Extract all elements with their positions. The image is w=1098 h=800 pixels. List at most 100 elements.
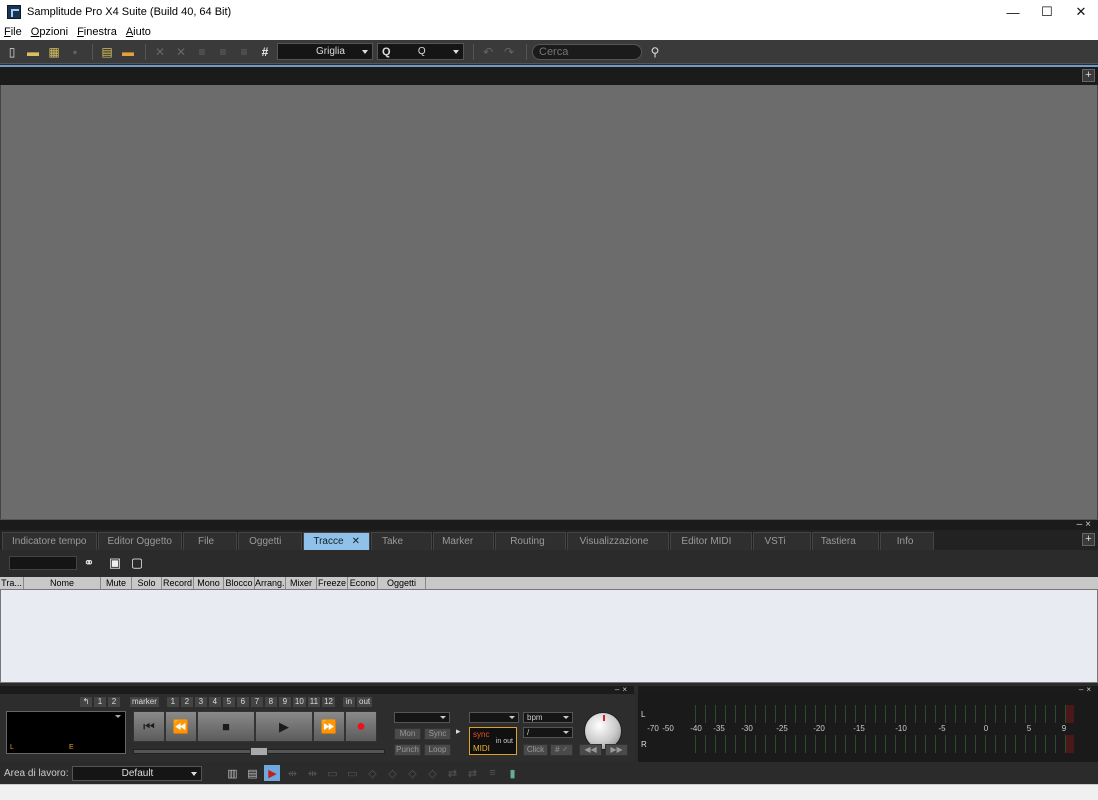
tempo-combo[interactable]: bpm xyxy=(523,712,573,723)
marker-button[interactable]: 2 xyxy=(108,697,120,707)
maximize-button[interactable]: ☐ xyxy=(1030,0,1064,24)
marker-out-button[interactable]: out xyxy=(357,697,373,707)
track-export-icon[interactable]: ▣ xyxy=(107,555,123,571)
tab-editor-midi[interactable]: Editor MIDI xyxy=(670,532,753,550)
mon-button[interactable]: Mon xyxy=(394,728,421,740)
record-mode-icon[interactable]: ▶ xyxy=(264,765,281,781)
chevron-down-icon[interactable] xyxy=(115,715,121,718)
search-input[interactable] xyxy=(532,43,642,60)
marker-button[interactable]: 4 xyxy=(208,697,221,707)
track-editor-icon[interactable]: ▤ xyxy=(244,765,260,781)
column-header-mono[interactable]: Mono xyxy=(194,577,224,589)
list-icon[interactable]: ≡ xyxy=(484,765,500,781)
marker-button[interactable]: 5 xyxy=(222,697,235,707)
stop-button[interactable]: ■ xyxy=(197,711,255,742)
mixer-icon[interactable]: ▥ xyxy=(224,765,240,781)
undo-icon[interactable]: ↶ xyxy=(479,43,497,61)
tab-editor-oggetto[interactable]: Editor Oggetto xyxy=(97,532,182,550)
column-header-solo[interactable]: Solo xyxy=(132,577,162,589)
time-display[interactable]: L E xyxy=(6,711,126,754)
menu-opzioni[interactable]: Opzioni xyxy=(31,26,68,38)
jog-right-button[interactable]: ▶▶ xyxy=(605,744,628,756)
panel-close-button[interactable]: × xyxy=(622,685,630,694)
column-header-blocco[interactable]: Blocco xyxy=(224,577,255,589)
marker-label-button[interactable]: marker xyxy=(130,697,159,707)
track-filter-field[interactable] xyxy=(9,556,77,570)
split-icon[interactable]: ✕ xyxy=(172,43,190,61)
marker-button[interactable]: 8 xyxy=(264,697,277,707)
tab-oggetti[interactable]: Oggetti xyxy=(238,532,303,550)
track-refresh-icon[interactable]: ▢ xyxy=(129,555,145,571)
column-header-nome[interactable]: Nome xyxy=(24,577,101,589)
column-header-arrang[interactable]: Arrang... xyxy=(255,577,286,589)
panel-close-button[interactable]: × xyxy=(1085,519,1094,530)
open-folder-icon[interactable]: ▬ xyxy=(24,43,42,61)
marker-button[interactable]: 6 xyxy=(236,697,249,707)
cut-tool-icon[interactable]: ▭ xyxy=(344,765,360,781)
click-button[interactable]: Click xyxy=(523,744,548,756)
zoom-vertical-icon[interactable]: ◇ xyxy=(384,765,400,781)
tab-marker[interactable]: Marker xyxy=(433,532,495,550)
time-signature-combo[interactable]: / xyxy=(523,727,573,738)
expand-arrow-icon[interactable]: ▸ xyxy=(456,726,461,737)
sync-button[interactable]: Sync xyxy=(424,728,451,740)
column-header-oggetti[interactable]: Oggetti xyxy=(378,577,426,589)
marker-button[interactable]: 3 xyxy=(194,697,207,707)
panel-minimize-button[interactable]: – xyxy=(1077,519,1086,530)
tracks-table-body[interactable] xyxy=(0,589,1098,683)
tab-tracce[interactable]: Tracce ✕ xyxy=(303,532,370,550)
marker-button[interactable]: 9 xyxy=(278,697,291,707)
metronome-settings-button[interactable]: # ♂ xyxy=(550,744,573,756)
quantize-combo[interactable]: Q Q xyxy=(377,43,464,60)
column-header-track[interactable]: Tra... xyxy=(0,577,24,589)
align-center-icon[interactable]: ≡ xyxy=(214,43,232,61)
position-slider[interactable] xyxy=(133,747,385,756)
arrange-icon[interactable]: ⇄ xyxy=(444,765,460,781)
close-button[interactable]: ✕ xyxy=(1064,0,1098,24)
play-button[interactable]: ▶ xyxy=(255,711,313,742)
tab-close-icon[interactable]: ✕ xyxy=(352,536,360,547)
save-icon[interactable]: ▪ xyxy=(66,43,84,61)
grid-icon[interactable]: # xyxy=(256,43,274,61)
grid-combo[interactable]: Griglia xyxy=(277,43,373,60)
edit-tool-icon[interactable]: ⇹ xyxy=(284,765,300,781)
sync-midi-indicator[interactable]: sync MIDI in out xyxy=(469,727,517,755)
tab-routing[interactable]: Routing xyxy=(495,532,566,550)
tab-file[interactable]: File xyxy=(182,532,238,550)
rewind-button[interactable]: ⏪ xyxy=(165,711,197,742)
object-color-icon[interactable]: ▤ xyxy=(98,43,116,61)
marker-button[interactable]: 1 xyxy=(166,697,179,707)
zoom-out-icon[interactable]: ◇ xyxy=(424,765,440,781)
search-icon[interactable]: ⚲ xyxy=(646,43,664,61)
project-workspace[interactable] xyxy=(0,85,1098,519)
column-header-econo[interactable]: Econo xyxy=(348,577,378,589)
redo-icon[interactable]: ↷ xyxy=(500,43,518,61)
sync-source-combo[interactable] xyxy=(469,712,519,723)
marker-button[interactable]: 2 xyxy=(180,697,193,707)
record-button[interactable]: ● xyxy=(345,711,377,742)
column-header-record[interactable]: Record xyxy=(162,577,194,589)
slider-thumb[interactable] xyxy=(250,747,268,756)
tab-tastiera[interactable]: Tastiera xyxy=(811,532,879,550)
marker-button[interactable]: 1 xyxy=(94,697,106,707)
samplitude-app-icon[interactable] xyxy=(7,5,21,19)
object-tool-icon[interactable]: ▭ xyxy=(324,765,340,781)
loop-button[interactable]: Loop xyxy=(424,744,451,756)
tab-visualizzazione[interactable]: Visualizzazione xyxy=(566,532,670,550)
column-header-mute[interactable]: Mute xyxy=(101,577,132,589)
column-header-freeze[interactable]: Freeze xyxy=(317,577,348,589)
track-color-icon[interactable]: ▬ xyxy=(119,43,137,61)
marker-return-button[interactable]: ↰ xyxy=(80,697,92,707)
align-left-icon[interactable]: ≡ xyxy=(193,43,211,61)
marker-button[interactable]: 12 xyxy=(322,697,336,707)
snap-icon[interactable]: ⇄ xyxy=(464,765,480,781)
column-header-mixer[interactable]: Mixer xyxy=(286,577,317,589)
add-manager-tab-button[interactable]: + xyxy=(1082,533,1095,546)
zoom-horizontal-icon[interactable]: ◇ xyxy=(364,765,380,781)
workspace-combo[interactable]: Default xyxy=(72,765,203,781)
tab-indicatore-tempo[interactable]: Indicatore tempo xyxy=(2,532,97,550)
panel-close-button[interactable]: × xyxy=(1086,685,1094,694)
marker-button[interactable]: 7 xyxy=(250,697,263,707)
tab-vsti[interactable]: VSTi xyxy=(753,532,811,550)
minimize-button[interactable]: — xyxy=(996,0,1030,24)
